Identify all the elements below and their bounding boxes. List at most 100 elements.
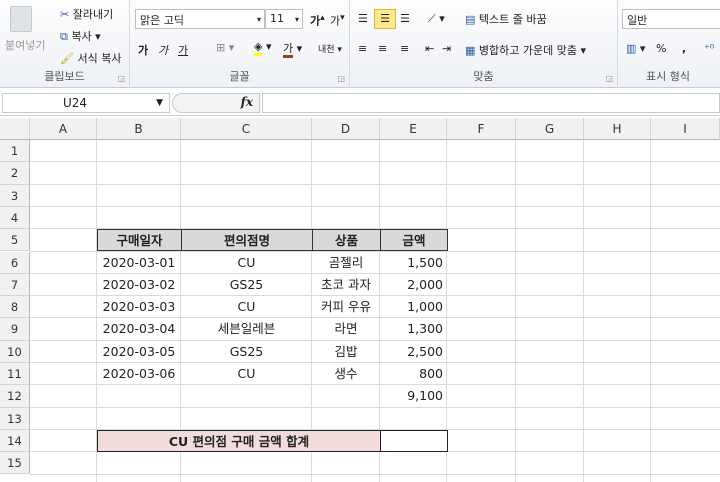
currency-icon: ▥ [626,42,637,55]
formula-bar: U24 ▼ fx [0,90,720,116]
select-all-corner[interactable] [0,118,30,140]
name-box[interactable]: U24 ▼ [2,93,170,113]
column-header-F[interactable]: F [447,118,516,140]
column-header-E[interactable]: E [380,118,447,140]
table-cell[interactable]: CU [181,252,312,274]
accounting-format-button[interactable]: ▥ ▾ [626,42,645,55]
table-cell[interactable]: 1,300 [380,318,447,340]
row-header-1[interactable]: 1 [0,140,30,163]
row-header-11[interactable]: 11 [0,363,30,386]
table-cell[interactable]: 2020-03-03 [97,296,181,318]
row-header-7[interactable]: 7 [0,273,30,297]
table-header-cell[interactable]: 편의점명 [181,229,313,252]
row-header-12[interactable]: 12 [0,385,30,408]
font-color-button[interactable]: 가 ▾ [283,40,302,58]
column-header-A[interactable]: A [30,118,97,140]
table-cell[interactable]: 커피 우유 [312,296,380,318]
table-cell[interactable]: CU [181,296,312,318]
table-cell[interactable]: 2020-03-05 [97,341,181,363]
paste-button[interactable]: 붙여넣기 [5,37,45,53]
number-format-select[interactable]: 일반 [622,9,720,29]
row-header-10[interactable]: 10 [0,340,30,363]
copy-button[interactable]: ⧉ 복사 ▾ [60,28,101,44]
percent-button[interactable]: % [656,42,666,55]
row-header-15[interactable]: 15 [0,452,30,475]
row-header-3[interactable]: 3 [0,184,30,207]
alignment-label: 맞춤 [473,70,494,83]
merge-center-button[interactable]: ▦ 병합하고 가운데 맞춤 ▾ [465,42,586,58]
wrap-text-button[interactable]: ▤ 텍스트 줄 바꿈 [465,11,547,27]
dialog-launcher-icon[interactable]: ◲ [117,74,125,83]
table-cell[interactable]: GS25 [181,341,312,363]
summary-value-cell[interactable] [380,429,448,453]
row-header-5[interactable]: 5 [0,229,30,252]
column-header-H[interactable]: H [584,118,651,140]
border-button[interactable]: ⊞ ▾ [216,41,234,54]
bold-button[interactable]: 가 [138,42,148,58]
font-name-select[interactable]: 맑은 고딕 ▾ [135,9,265,29]
table-header-cell[interactable]: 구매일자 [97,229,182,252]
table-cell[interactable]: CU [181,363,312,385]
column-header-D[interactable]: D [312,118,380,140]
increase-decimal-button[interactable]: ⁺⁰ [704,42,714,55]
table-cell[interactable]: 800 [380,363,447,385]
underline-button[interactable]: 가 [178,42,188,58]
summary-label-cell[interactable]: CU 편의점 구매 금액 합계 [97,429,381,453]
gridline [30,183,720,185]
phonetic-button[interactable]: 내천 ▾ [318,42,342,55]
comma-button[interactable]: , [682,42,686,55]
table-cell[interactable]: 2,000 [380,274,447,296]
spreadsheet-grid[interactable]: A B C D E F G H I 1 2 3 4 5 6 7 8 9 10 11 12 13 14 15 구매일자 편의점명 상품… [0,118,720,482]
table-cell[interactable]: 김밥 [312,341,380,363]
italic-button[interactable]: 가 [158,42,168,58]
clipboard-icon [10,6,32,32]
table-cell[interactable]: 초코 과자 [312,274,380,296]
column-header-C[interactable]: C [181,118,312,140]
column-header-B[interactable]: B [97,118,181,140]
table-cell[interactable]: 2020-03-02 [97,274,181,296]
total-cell[interactable]: 9,100 [380,385,447,407]
table-cell[interactable]: 2020-03-06 [97,363,181,385]
align-left-button[interactable]: ≡ [358,42,367,55]
decrease-indent-button[interactable]: ⇤ [425,42,434,55]
formula-input[interactable] [262,93,720,113]
table-cell[interactable]: 2,500 [380,341,447,363]
table-cell[interactable]: GS25 [181,274,312,296]
increase-indent-button[interactable]: ⇥ [442,42,451,55]
column-header-I[interactable]: I [651,118,720,140]
row-header-8[interactable]: 8 [0,296,30,319]
table-cell[interactable]: 2020-03-01 [97,252,181,274]
table-header-cell[interactable]: 상품 [312,229,381,252]
row-header-14[interactable]: 14 [0,429,30,453]
table-cell[interactable]: 1,500 [380,252,447,274]
row-header-2[interactable]: 2 [0,162,30,185]
align-center-button[interactable]: ≡ [378,42,387,55]
table-header-cell[interactable]: 금액 [380,229,448,252]
grow-font-button[interactable]: 가▴ [310,12,325,29]
align-bottom-button[interactable]: ☰ [400,12,410,25]
align-right-button[interactable]: ≡ [400,42,409,55]
table-cell[interactable]: 세븐일레븐 [181,318,312,340]
orientation-button[interactable]: ⟋ ▾ [428,12,445,26]
table-cell[interactable]: 생수 [312,363,380,385]
row-header-6[interactable]: 6 [0,251,30,274]
format-painter-button[interactable]: 🖌 서식 복사 [60,50,121,66]
table-cell[interactable]: 곰젤리 [312,252,380,274]
table-cell[interactable]: 라면 [312,318,380,340]
dialog-launcher-icon[interactable]: ◲ [605,74,613,83]
column-header-G[interactable]: G [516,118,584,140]
row-header-9[interactable]: 9 [0,318,30,341]
fx-icon[interactable]: fx [241,95,253,109]
alignment-group: ☰ ☰ ☰ ⟋ ▾ ≡ ≡ ≡ ⇤ ⇥ ▤ 텍스트 줄 바꿈 ▦ 병합하고 가운… [350,0,618,88]
align-top-button[interactable]: ☰ [358,12,368,25]
align-middle-button[interactable]: ☰ [374,9,396,29]
font-size-select[interactable]: 11 ▾ [265,9,303,29]
cut-button[interactable]: ✂ 잘라내기 [60,6,113,22]
table-cell[interactable]: 2020-03-04 [97,318,181,340]
row-header-4[interactable]: 4 [0,206,30,230]
dialog-launcher-icon[interactable]: ◲ [337,74,345,83]
fill-color-button[interactable]: ◈ ▾ [254,40,272,56]
table-cell[interactable]: 1,000 [380,296,447,318]
row-header-13[interactable]: 13 [0,407,30,430]
shrink-font-button[interactable]: 가▾ [330,12,345,29]
